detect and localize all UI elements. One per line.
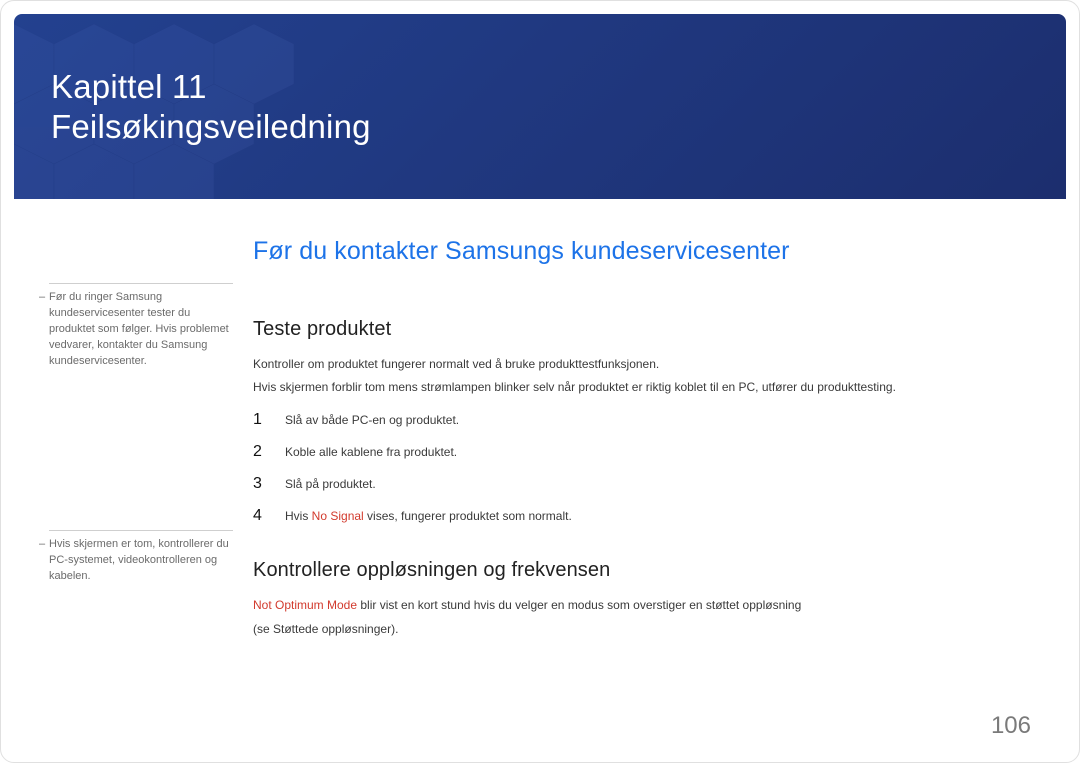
step-text: Slå på produktet.: [285, 476, 376, 493]
cube-pattern-svg: [14, 14, 394, 199]
step-text: Koble alle kablene fra produktet.: [285, 444, 457, 461]
page-number: 106: [991, 712, 1031, 740]
side-note-2-text: Hvis skjermen er tom, kontrollerer du PC…: [49, 538, 229, 582]
dash-icon: –: [39, 537, 45, 553]
chapter-number-label: Kapittel 11: [51, 68, 207, 106]
side-note-1-text: Før du ringer Samsung kundeservicesenter…: [49, 291, 229, 367]
hero-background-pattern: [14, 14, 1066, 199]
steps-list: 1 Slå av både PC-en og produktet. 2 Kobl…: [253, 411, 1019, 525]
step-number: 4: [253, 507, 269, 525]
chapter-title: Feilsøkingsveiledning: [51, 108, 371, 146]
highlight-not-optimum: Not Optimum Mode: [253, 598, 357, 612]
step-item: 3 Slå på produktet.: [253, 475, 1019, 493]
resolution-frequency-heading: Kontrollere oppløsningen og frekvensen: [253, 559, 1019, 582]
resfreq-paragraph-1: Not Optimum Mode blir vist en kort stund…: [253, 596, 1019, 615]
test-product-heading: Teste produktet: [253, 318, 1019, 341]
section-heading: Før du kontakter Samsungs kundeservicese…: [253, 237, 1019, 266]
step-number: 1: [253, 411, 269, 429]
step-text: Slå av både PC-en og produktet.: [285, 412, 459, 429]
dash-icon: –: [39, 290, 45, 306]
main-content: Før du kontakter Samsungs kundeservicese…: [253, 231, 1079, 762]
resfreq-paragraph-2: (se Støttede oppløsninger).: [253, 620, 1019, 639]
step-item: 4 Hvis No Signal vises, fungerer produkt…: [253, 507, 1019, 525]
step-number: 2: [253, 443, 269, 461]
test-paragraph-2: Hvis skjermen forblir tom mens strømlamp…: [253, 378, 1019, 397]
sidebar-notes: – Før du ringer Samsung kundeservicesent…: [1, 231, 253, 762]
test-paragraph-1: Kontroller om produktet fungerer normalt…: [253, 355, 1019, 374]
step-item: 1 Slå av både PC-en og produktet.: [253, 411, 1019, 429]
highlight-no-signal: No Signal: [312, 509, 364, 523]
document-page: Kapittel 11 Feilsøkingsveiledning – Før …: [0, 0, 1080, 763]
side-note-1: – Før du ringer Samsung kundeservicesent…: [49, 283, 233, 370]
chapter-hero-banner: Kapittel 11 Feilsøkingsveiledning: [14, 14, 1066, 199]
content-area: – Før du ringer Samsung kundeservicesent…: [1, 231, 1079, 762]
side-note-2: – Hvis skjermen er tom, kontrollerer du …: [49, 530, 233, 585]
step-number: 3: [253, 475, 269, 493]
step-text: Hvis No Signal vises, fungerer produktet…: [285, 508, 572, 525]
step-item: 2 Koble alle kablene fra produktet.: [253, 443, 1019, 461]
